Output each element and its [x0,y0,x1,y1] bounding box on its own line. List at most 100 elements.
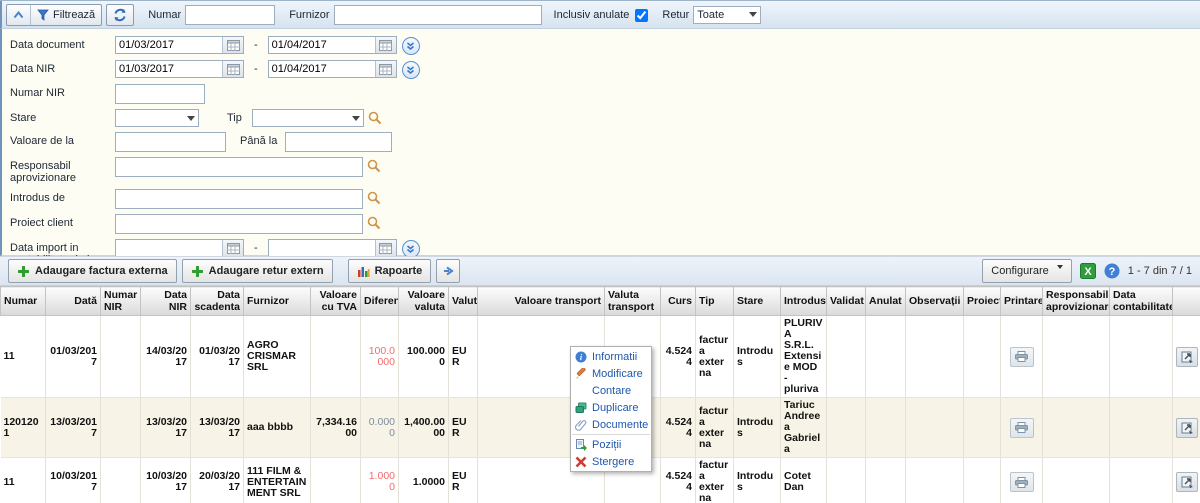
column-header-data_nir[interactable]: Data NIR [141,287,191,316]
calendar-icon[interactable] [222,61,243,77]
column-header-validat[interactable]: Validat [827,287,866,316]
data-nir-from-input[interactable] [116,61,222,77]
column-header-valoare_tva[interactable]: Valoare cu TVA [311,287,361,316]
introdus-de-input[interactable] [115,189,363,209]
column-header-valuta[interactable]: Valută [449,287,478,316]
column-header-anulat[interactable]: Anulat [866,287,906,316]
column-header-tip[interactable]: Tip [696,287,734,316]
column-header-actions[interactable] [1173,287,1200,316]
print-button[interactable] [1010,472,1034,492]
valoare-to-input[interactable] [285,132,392,152]
help-icon[interactable]: ? [1104,263,1120,279]
filter-row-stare-tip: Stare Tip [10,109,1200,127]
cell-valoare_valuta: 100.0000 [399,316,449,398]
calendar-icon[interactable] [375,37,396,53]
column-header-data_scadenta[interactable]: Data scadenta [191,287,244,316]
data-document-from-input[interactable] [116,37,222,53]
stare-select[interactable] [115,109,199,127]
data-document-label: Data document [10,36,115,51]
menu-item-contare[interactable]: Contare [572,382,650,399]
data-import-from-input[interactable] [116,240,222,256]
column-header-numar[interactable]: Numar [1,287,46,316]
range-separator: - [254,63,258,75]
column-header-diferenta[interactable]: Diferenta [361,287,399,316]
calendar-icon[interactable] [222,240,243,256]
retur-select[interactable]: Toate [693,6,761,24]
calendar-icon[interactable] [375,240,396,256]
column-header-valuta_transport[interactable]: Valuta transport [605,287,661,316]
range-separator: - [254,242,258,254]
furnizor-input[interactable] [334,5,542,25]
tip-select[interactable] [252,109,364,127]
print-button[interactable] [1010,418,1034,438]
data-nir-to-input[interactable] [269,61,375,77]
calendar-icon[interactable] [222,37,243,53]
column-header-introdus[interactable]: Introdus [781,287,827,316]
reports-button[interactable]: Rapoarte [348,259,432,283]
menu-item-modificare[interactable]: Modificare [572,365,650,382]
data-nir-to-field [268,60,397,78]
add-invoice-button[interactable]: Adaugare factura externa [8,259,177,283]
column-header-curs[interactable]: Curs [661,287,696,316]
collapse-panel-button[interactable] [7,5,30,25]
column-header-stare[interactable]: Stare [734,287,781,316]
valoare-from-input[interactable] [115,132,226,152]
print-button[interactable] [1010,347,1034,367]
column-header-valoare_transport[interactable]: Valoare transport [478,287,605,316]
configure-button[interactable]: Configurare [982,259,1071,283]
introdus-de-label: Introdus de [10,189,115,204]
cell-valuta: EUR [449,398,478,458]
cell-introdus: PLURIVA S.R.L. Extensie MOD - pluriva [781,316,827,398]
numar-input[interactable] [185,5,275,25]
search-icon[interactable] [367,191,381,205]
column-header-data[interactable]: Dată [46,287,101,316]
proiect-client-input[interactable] [115,214,363,234]
search-icon[interactable] [368,111,382,125]
column-header-observatii[interactable]: Observații [906,287,964,316]
responsabil-input[interactable] [115,157,363,177]
column-header-valoare_valuta[interactable]: Valoare valuta [399,287,449,316]
plus-icon [191,265,204,278]
column-header-proiect[interactable]: Proiect [964,287,1001,316]
row-detail-button[interactable] [1176,418,1198,438]
menu-item-documente[interactable]: Documente [572,416,650,433]
cell-proiect [964,316,1001,398]
retur-label: Retur [662,9,689,21]
refresh-button[interactable] [106,4,134,26]
filtreaza-button[interactable]: Filtrează [30,5,101,25]
cell-value: 1201201 [4,416,39,439]
cell-printare [1001,458,1043,503]
proiect-client-label: Proiect client [10,214,115,229]
cell-tip: factura externa [696,398,734,458]
data-document-from-field [115,36,244,54]
data-document-to-input[interactable] [269,37,375,53]
excel-export-icon[interactable]: X [1080,263,1096,279]
cell-data_nir: 10/03/2017 [141,458,191,503]
row-detail-button[interactable] [1176,347,1198,367]
column-header-furnizor[interactable]: Furnizor [244,287,311,316]
menu-item-pozi-ii[interactable]: Poziții [572,436,650,453]
search-icon[interactable] [367,216,381,230]
column-header-data_contabilitate[interactable]: Data contabilitate [1110,287,1173,316]
reports-label: Rapoarte [375,265,423,277]
column-header-printare[interactable]: Printare [1001,287,1043,316]
quick-range-icon[interactable] [402,61,420,79]
search-icon[interactable] [367,159,381,173]
quick-range-icon[interactable] [402,37,420,55]
inclusiv-anulate-checkbox[interactable] [635,9,648,22]
more-reports-button[interactable] [436,259,460,283]
open-detail-icon [1181,351,1194,363]
menu-item-duplicare[interactable]: Duplicare [572,399,650,416]
calendar-icon[interactable] [375,61,396,77]
row-detail-button[interactable] [1176,472,1198,492]
menu-item-stergere[interactable]: Stergere [572,453,650,470]
data-nir-from-field [115,60,244,78]
column-header-responsabil[interactable]: Responsabil aprovizionare [1043,287,1110,316]
menu-item-informatii[interactable]: iInformatii [572,348,650,365]
furnizor-label: Furnizor [289,9,329,21]
numar-nir-input[interactable] [115,84,205,104]
data-import-from-field [115,239,244,257]
data-import-to-input[interactable] [269,240,375,256]
add-return-button[interactable]: Adaugare retur extern [182,259,333,283]
column-header-numar_nir[interactable]: Numar NIR [101,287,141,316]
